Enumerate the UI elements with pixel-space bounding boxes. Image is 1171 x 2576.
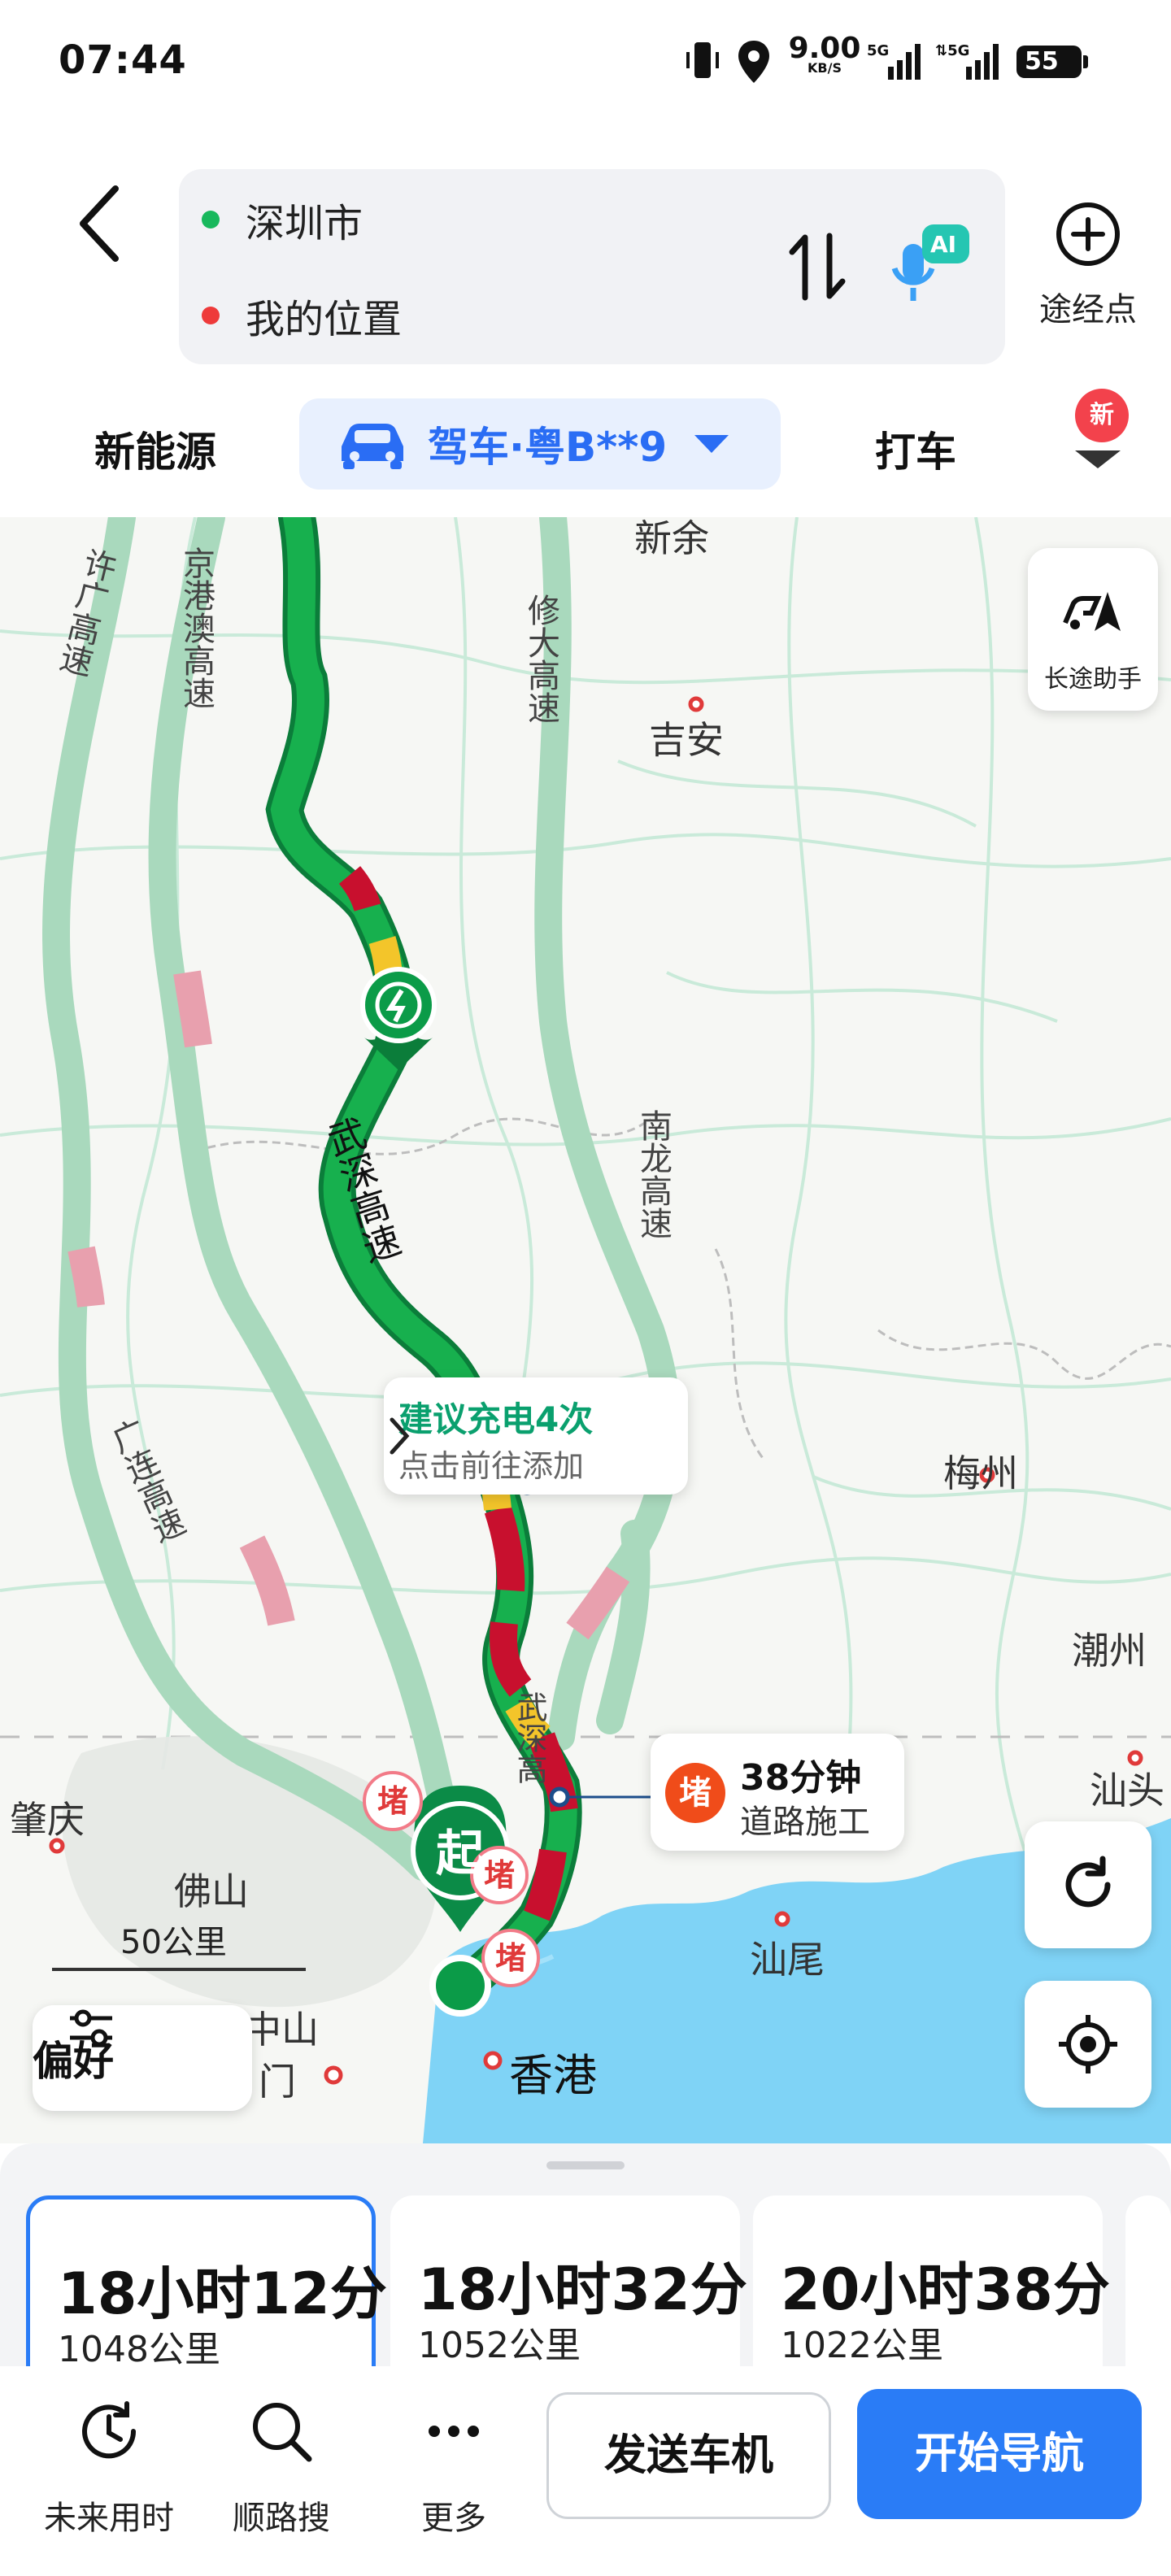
status-time: 07:44 <box>59 37 187 83</box>
route-distance: 1052公里 <box>418 2325 581 2366</box>
send-to-car-button[interactable]: 发送车机 <box>546 2392 831 2519</box>
back-arrow-icon <box>80 185 119 262</box>
destination-field[interactable]: 我的位置 <box>202 283 402 348</box>
ai-badge-text: AI <box>930 231 956 258</box>
future-time-label: 未来用时 <box>44 2500 174 2537</box>
refresh-icon <box>1065 1856 1111 1908</box>
svg-text:⇅5G: ⇅5G <box>935 42 969 59</box>
dropdown-triangle-icon <box>694 435 729 453</box>
signal-5g-icon-2: ⇅5G <box>935 42 999 80</box>
map-label-xinyu: 新余 <box>634 517 709 560</box>
ai-microphone-icon: AI <box>891 224 969 301</box>
more-button[interactable]: 更多 <box>381 2395 527 2542</box>
start-marker: 起 <box>436 1825 485 1882</box>
route-input-box: 深圳市 我的位置 AI <box>179 169 1005 364</box>
map-label-foshan: 佛山 <box>174 1869 249 1913</box>
map-label-meizhou: 梅州 <box>943 1451 1018 1495</box>
destination-text: 我的位置 <box>246 297 403 342</box>
back-button[interactable] <box>59 171 140 276</box>
map-label-jiangmen: 门 <box>259 2060 296 2104</box>
along-route-search-label: 顺路搜 <box>233 2500 330 2537</box>
add-circle-icon <box>1056 202 1120 266</box>
long-trip-icon <box>1063 592 1121 631</box>
map-scale-label: 50公里 <box>120 1924 227 1961</box>
locate-me-button[interactable] <box>1025 1981 1151 2108</box>
refresh-button[interactable] <box>1025 1821 1151 1948</box>
search-icon <box>253 2403 312 2462</box>
map-label-jian: 吉安 <box>649 718 724 762</box>
highway-label-xiuda: 修大高速 <box>522 594 559 724</box>
route-map[interactable]: 新余 吉安 梅州 潮州 汕头 肇庆 佛山 中山 门 香港 汕尾 许广高速 京港澳… <box>0 517 1171 2143</box>
battery-indicator: 55 <box>1016 46 1088 78</box>
sheet-drag-handle[interactable] <box>546 2161 625 2169</box>
status-bar: 07:44 9.00 KB/S 5G ⇅5G 55 <box>0 0 1171 122</box>
chevron-right-icon <box>390 1417 410 1455</box>
long-trip-assistant-button[interactable]: 长途助手 <box>1028 548 1158 711</box>
charging-suggestion-title: 建议充电4次 <box>398 1399 594 1439</box>
vibrate-icon <box>686 42 719 78</box>
highway-label-nanlong: 南龙高速 <box>634 1109 672 1239</box>
start-navigation-button[interactable]: 开始导航 <box>857 2389 1142 2519</box>
new-badge: 新 <box>1075 389 1129 442</box>
map-label-shanwei: 汕尾 <box>750 1938 825 1982</box>
more-label: 更多 <box>421 2500 486 2537</box>
charging-suggestion-callout[interactable]: 建议充电4次 点击前往添加 <box>384 1377 688 1495</box>
jam-duration: 38分钟 <box>740 1757 862 1799</box>
location-icon <box>738 41 769 83</box>
destination-dot-icon <box>202 307 220 324</box>
jam-marker-3[interactable]: 堵 <box>481 1929 540 1987</box>
crosshair-icon <box>1059 2015 1117 2073</box>
sliders-icon <box>70 2009 112 2047</box>
drive-plate-label: 驾车·粤B**9 <box>428 424 668 471</box>
map-label-hongkong: 香港 <box>509 2050 597 2101</box>
highway-label-wushen-2: 武深高 <box>511 1691 547 1784</box>
route-time: 18小时32分 <box>418 2256 747 2323</box>
tab-drive[interactable]: 驾车·粤B**9 <box>299 398 781 490</box>
clock-history-icon <box>82 2401 137 2459</box>
charging-suggestion-subtitle: 点击前往添加 <box>398 1448 585 1484</box>
route-distance: 1048公里 <box>58 2329 220 2370</box>
map-scale-bar <box>52 1968 306 1971</box>
route-distance: 1022公里 <box>781 2325 943 2366</box>
swap-arrows-icon <box>789 233 846 301</box>
more-dots-icon <box>429 2426 479 2437</box>
waypoint-label: 途经点 <box>1039 291 1137 329</box>
waypoint-button[interactable]: 途经点 <box>1015 195 1161 342</box>
route-time: 20小时38分 <box>781 2256 1110 2323</box>
tab-new-energy[interactable]: 新能源 <box>94 420 216 478</box>
jam-reason: 道路施工 <box>740 1804 870 1841</box>
map-label-zhaoqing: 肇庆 <box>10 1798 85 1842</box>
car-icon <box>342 424 403 469</box>
travel-mode-bar: 新能源 驾车·粤B**9 打车 新 <box>0 389 1171 496</box>
origin-text: 深圳市 <box>246 201 363 246</box>
along-route-search-button[interactable]: 顺路搜 <box>208 2395 355 2542</box>
ai-voice-button[interactable]: AI <box>878 215 976 312</box>
origin-field[interactable]: 深圳市 <box>202 187 363 252</box>
traffic-jam-callout[interactable]: 堵 38分钟 道路施工 <box>651 1734 904 1851</box>
swap-button[interactable] <box>781 226 854 307</box>
preference-button[interactable]: 偏好 <box>33 2005 252 2111</box>
svg-text:5G: 5G <box>867 42 889 59</box>
origin-dot-icon <box>202 211 220 228</box>
map-label-chaozhou: 潮州 <box>1072 1629 1147 1673</box>
tab-taxi[interactable]: 打车 <box>875 420 956 478</box>
future-time-button[interactable]: 未来用时 <box>36 2395 182 2542</box>
map-label-shantou: 汕头 <box>1090 1769 1164 1812</box>
highway-label-jinggangao: 京港澳高速 <box>177 546 215 709</box>
map-label-zhongshan: 中山 <box>244 2008 319 2052</box>
route-time: 18小时12分 <box>58 2261 387 2327</box>
bottom-action-bar: 未来用时 顺路搜 更多 发送车机 开始导航 <box>0 2366 1171 2576</box>
network-speed: 9.00 KB/S <box>788 32 861 76</box>
jam-badge-icon: 堵 <box>665 1763 725 1823</box>
signal-5g-icon-1: 5G <box>867 42 921 80</box>
long-trip-label: 长途助手 <box>1044 665 1142 694</box>
